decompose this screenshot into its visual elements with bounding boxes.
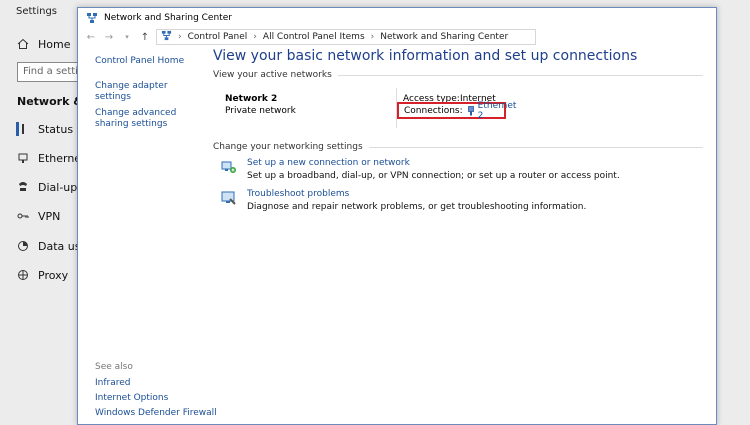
change-adapter-settings-link[interactable]: Change adapter settings <box>95 81 195 103</box>
address-field[interactable]: › Control Panel › All Control Panel Item… <box>156 29 536 45</box>
section-divider <box>368 146 703 148</box>
internet-options-link[interactable]: Internet Options <box>95 393 217 403</box>
section-divider <box>337 74 703 76</box>
vpn-icon <box>16 209 30 223</box>
troubleshoot-problems-desc: Diagnose and repair network problems, or… <box>247 202 587 212</box>
task-troubleshoot: Troubleshoot problems Diagnose and repai… <box>221 189 703 212</box>
settings-nav-label: VPN <box>38 209 61 223</box>
ethernet-connection-icon <box>467 105 475 116</box>
settings-nav-proxy[interactable]: Proxy <box>16 268 68 282</box>
left-pane: Control Panel Home Change adapter settin… <box>95 56 195 135</box>
see-also-section: See also Infrared Internet Options Windo… <box>95 362 217 423</box>
window-title: Network and Sharing Center <box>104 13 232 23</box>
change-settings-heading: Change your networking settings <box>213 142 703 152</box>
task-new-connection: Set up a new connection or network Set u… <box>221 158 703 181</box>
data-usage-icon <box>16 239 30 253</box>
breadcrumb-separator-icon: › <box>178 32 182 42</box>
troubleshoot-problems-link[interactable]: Troubleshoot problems <box>247 189 586 199</box>
ethernet-2-link[interactable]: Ethernet 2 <box>478 101 517 121</box>
windows-firewall-link[interactable]: Windows Defender Firewall <box>95 408 217 418</box>
settings-home[interactable]: Home <box>16 37 70 51</box>
active-network-panel: Network 2 Private network Access type: I… <box>213 80 703 132</box>
see-also-label: See also <box>95 362 133 372</box>
new-connection-icon <box>221 159 237 175</box>
network-name: Network 2 <box>225 94 278 104</box>
settings-title: Settings <box>16 6 58 17</box>
breadcrumb-separator-icon: › <box>253 32 257 42</box>
back-arrow-icon[interactable]: ← <box>84 32 98 43</box>
up-arrow-icon[interactable]: ↑ <box>138 32 152 43</box>
breadcrumb-control-panel[interactable]: Control Panel <box>188 32 248 42</box>
window-titlebar: Network and Sharing Center <box>78 8 716 28</box>
ethernet-icon <box>16 151 30 165</box>
dialup-icon <box>16 180 30 194</box>
settings-nav-vpn[interactable]: VPN <box>16 209 60 223</box>
change-advanced-sharing-link[interactable]: Change advanced sharing settings <box>95 108 195 130</box>
settings-home-label: Home <box>38 37 71 51</box>
network-center-icon <box>86 12 98 24</box>
settings-nav-status[interactable]: Status <box>16 122 73 136</box>
network-type: Private network <box>225 106 296 116</box>
network-sharing-center-window: Network and Sharing Center ← → ▾ ↑ › Con… <box>77 7 717 425</box>
forward-arrow-icon[interactable]: → <box>102 32 116 43</box>
breadcrumb-all-items[interactable]: All Control Panel Items <box>263 32 365 42</box>
breadcrumb-network-center[interactable]: Network and Sharing Center <box>380 32 508 42</box>
setup-new-connection-desc: Set up a broadband, dial-up, or VPN conn… <box>247 171 620 181</box>
change-settings-label: Change your networking settings <box>213 142 363 152</box>
connections-row-highlight: Connections: Ethernet 2 <box>397 101 516 121</box>
control-panel-home-link[interactable]: Control Panel Home <box>95 56 195 67</box>
troubleshoot-icon <box>221 190 237 206</box>
address-bar: ← → ▾ ↑ › Control Panel › All Control Pa… <box>78 28 716 46</box>
page-title: View your basic network information and … <box>213 48 638 64</box>
settings-nav-label: Proxy <box>38 268 69 282</box>
active-networks-heading: View your active networks <box>213 70 703 80</box>
settings-nav-label: Status <box>38 122 74 136</box>
active-networks-label: View your active networks <box>213 70 332 80</box>
home-icon <box>16 37 30 51</box>
proxy-icon <box>16 268 30 282</box>
settings-nav-label: Dial-up <box>38 180 78 194</box>
settings-nav-dialup[interactable]: Dial-up <box>16 180 77 194</box>
connections-label: Connections: <box>404 105 463 116</box>
address-location-icon <box>161 30 172 44</box>
settings-nav-ethernet[interactable]: Ethernet <box>16 151 85 165</box>
status-icon <box>16 122 30 136</box>
setup-new-connection-link[interactable]: Set up a new connection or network <box>247 158 620 168</box>
infrared-link[interactable]: Infrared <box>95 378 217 388</box>
main-content: View your basic network information and … <box>213 48 703 212</box>
dropdown-chevron-icon[interactable]: ▾ <box>120 33 134 41</box>
breadcrumb-separator-icon: › <box>370 32 375 42</box>
